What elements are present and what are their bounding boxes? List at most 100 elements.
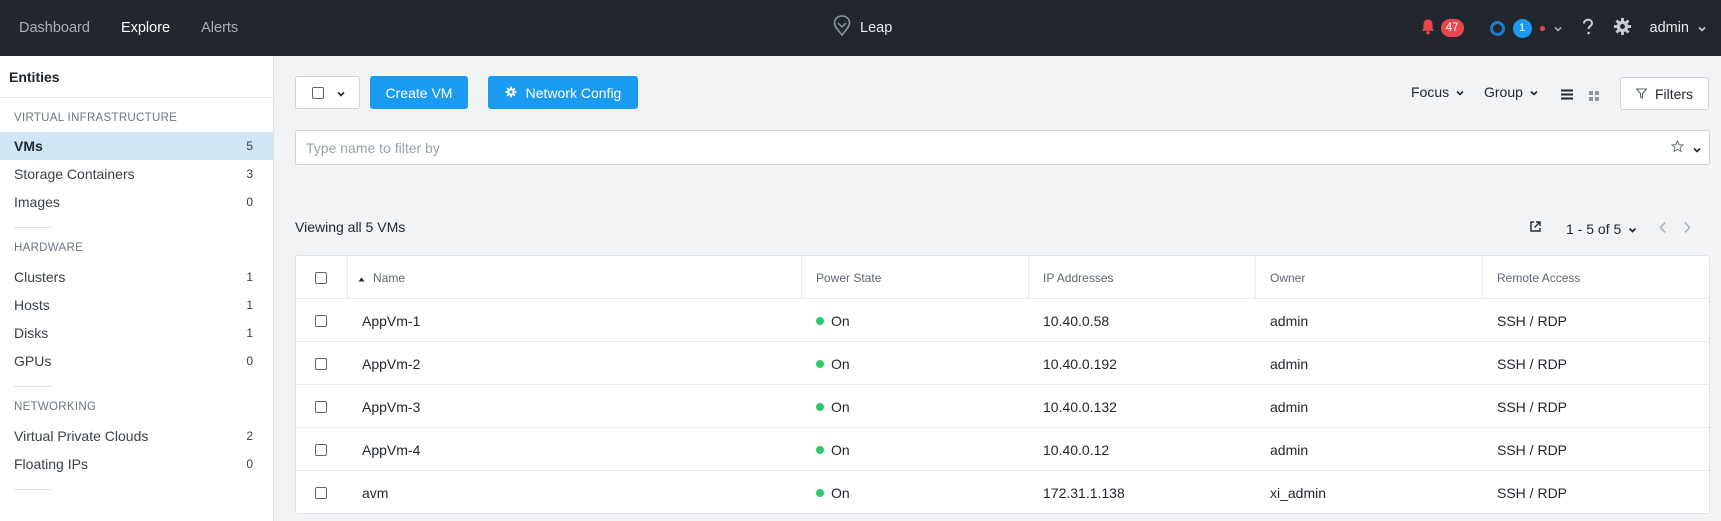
vm-name[interactable]: avm [362,471,388,514]
row-checkbox[interactable] [315,314,327,327]
gear-icon[interactable] [1613,17,1632,39]
help-icon[interactable] [1581,18,1595,39]
column-header-owner[interactable]: Owner [1270,256,1305,299]
task-progress-icon [1489,20,1505,36]
row-checkbox[interactable] [315,357,327,370]
sidebar-item-label: Floating IPs [14,456,88,472]
column-header-name[interactable]: Name [358,256,405,299]
sidebar-item-disks[interactable]: Disks 1 [0,319,273,347]
sidebar-item-count: 1 [246,298,253,312]
sidebar-item-storage-containers[interactable]: Storage Containers 3 [0,160,273,188]
chevron-down-icon[interactable] [1692,141,1702,157]
vm-name[interactable]: AppVm-2 [362,342,420,385]
section-virtual-infrastructure: VIRTUAL INFRASTRUCTURE [14,112,178,124]
filter-search-box[interactable] [295,130,1710,165]
row-select-cell [315,385,327,428]
remote-access: SSH / RDP [1497,398,1568,415]
create-vm-button[interactable]: Create VM [370,76,468,109]
bell-icon [1420,18,1436,38]
table-row[interactable]: AppVm-2 On 10.40.0.192 admin SSH / RDP [296,342,1709,385]
column-header-remote-access[interactable]: Remote Access [1497,256,1580,299]
sidebar-item-images[interactable]: Images 0 [0,188,273,216]
leap-logo-icon [833,15,851,41]
tasks-button[interactable]: 1 [1489,18,1563,38]
owner: admin [1270,441,1309,458]
row-select-cell [315,342,327,385]
row-select-cell [315,428,327,471]
header-select-cell [315,256,327,299]
user-menu[interactable]: admin [1650,20,1708,36]
vm-name[interactable]: AppVm-1 [362,299,420,342]
ip-address: 172.31.1.138 [1043,484,1125,501]
power-state-label: On [831,484,850,501]
sidebar-item-label: Clusters [14,269,66,285]
sidebar-item-label: Storage Containers [14,166,135,182]
vm-name[interactable]: AppVm-4 [362,428,420,471]
table-row[interactable]: AppVm-4 On 10.40.0.12 admin SSH / RDP [296,428,1709,471]
table-row[interactable]: avm On 172.31.1.138 xi_admin SSH / RDP [296,471,1709,514]
sidebar-item-gpus[interactable]: GPUs 0 [0,347,273,375]
top-right-controls: 47 1 admin [1420,0,1721,56]
section-hardware: HARDWARE [14,242,84,254]
column-header-power-state[interactable]: Power State [816,256,881,299]
sidebar-item-count: 0 [246,354,253,368]
vm-name[interactable]: AppVm-3 [362,385,420,428]
sidebar-item-label: Virtual Private Clouds [14,428,149,444]
sidebar-item-count: 2 [246,429,253,443]
column-header-label: Name [373,270,406,285]
sidebar-item-label: GPUs [14,353,52,369]
sidebar-title: Entities [0,56,273,98]
sidebar-item-virtual-private-clouds[interactable]: Virtual Private Clouds 2 [0,422,273,450]
group-label: Group [1484,84,1523,100]
app-brand[interactable]: Leap [833,0,892,56]
filters-label: Filters [1654,85,1694,102]
next-page-icon[interactable] [1682,221,1692,237]
column-divider [347,256,348,299]
table-row[interactable]: AppVm-3 On 10.40.0.132 admin SSH / RDP [296,385,1709,428]
sidebar-item-count: 0 [246,195,253,209]
row-select-cell [315,299,327,342]
gear-icon [505,85,517,101]
power-state: On [816,428,850,471]
nav-dashboard[interactable]: Dashboard [19,20,90,36]
row-checkbox[interactable] [315,443,327,456]
power-state: On [816,342,850,385]
previous-page-icon[interactable] [1658,221,1668,237]
star-icon[interactable] [1670,139,1685,156]
chevron-down-icon [1697,20,1707,36]
focus-label: Focus [1411,84,1450,100]
owner: admin [1270,355,1309,372]
sidebar-item-vms[interactable]: VMs 5 [0,132,273,160]
select-all-checkbox[interactable] [312,86,324,99]
list-view-icon[interactable] [1561,87,1573,103]
bulk-select-dropdown[interactable] [295,76,360,109]
grid-view-icon[interactable] [1589,88,1599,104]
sidebar-item-count: 3 [246,167,253,181]
search-input[interactable] [306,131,1646,164]
network-config-button[interactable]: Network Config [488,76,638,109]
row-checkbox[interactable] [315,486,327,499]
table-row[interactable]: AppVm-1 On 10.40.0.58 admin SSH / RDP [296,299,1709,342]
filters-button[interactable]: Filters [1620,77,1709,110]
remote-access: SSH / RDP [1497,484,1568,501]
column-header-ip-addresses[interactable]: IP Addresses [1043,256,1114,299]
sidebar-item-count: 1 [246,326,253,340]
nav-explore[interactable]: Explore [121,20,170,36]
focus-dropdown[interactable]: Focus [1411,84,1465,100]
export-icon[interactable] [1529,220,1542,236]
sidebar-item-clusters[interactable]: Clusters 1 [0,263,273,291]
top-bar: Dashboard Explore Alerts Leap 47 1 admin [0,0,1721,56]
row-checkbox[interactable] [315,400,327,413]
network-config-label: Network Config [525,84,622,101]
pagination-dropdown[interactable]: 1 - 5 of 5 [1566,221,1638,237]
sidebar-item-label: Hosts [14,297,50,313]
sidebar-item-hosts[interactable]: Hosts 1 [0,291,273,319]
nav-alerts[interactable]: Alerts [201,20,238,36]
sidebar-item-count: 1 [246,270,253,284]
header-select-checkbox[interactable] [315,271,327,284]
status-dot-icon [1539,25,1545,31]
ip-address: 10.40.0.192 [1043,355,1117,372]
alerts-button[interactable]: 47 [1420,18,1464,38]
group-dropdown[interactable]: Group [1484,84,1539,100]
sidebar-item-floating-ips[interactable]: Floating IPs 0 [0,450,273,478]
